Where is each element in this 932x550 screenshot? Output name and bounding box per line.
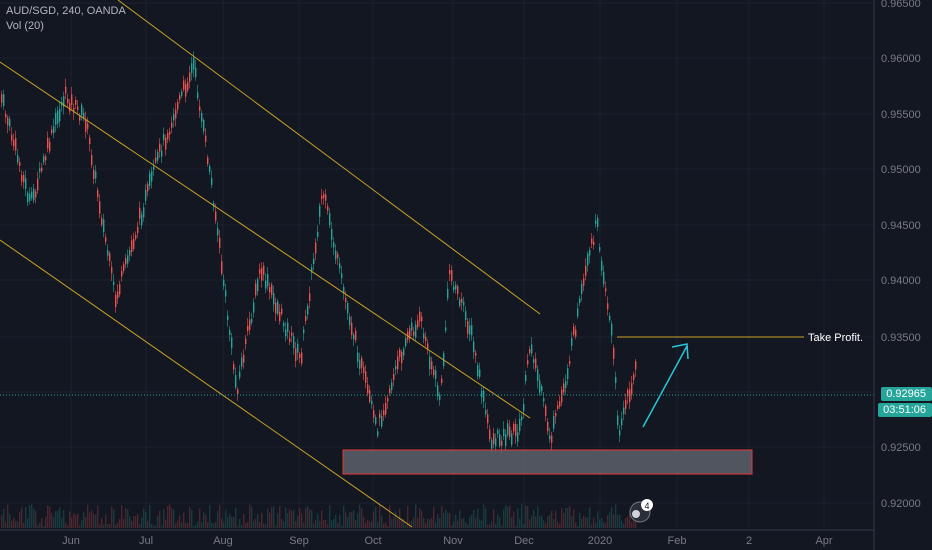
- price-axis-label: 0.94500: [881, 220, 921, 232]
- price-axis-label: 0.93500: [881, 332, 921, 344]
- time-axis-label: Sep: [289, 535, 309, 547]
- time-axis-label: Dec: [514, 535, 534, 547]
- price-axis-label: 0.92000: [881, 498, 921, 510]
- time-axis-label: 2020: [588, 535, 612, 547]
- events-icon: [632, 510, 640, 518]
- chart-legend: AUD/SGD, 240, OANDA Vol (20): [6, 4, 126, 34]
- price-chart[interactable]: Take Profit. 0.96500 0.96000 0.95500 0.9500…: [0, 0, 932, 550]
- support-zone[interactable]: [342, 449, 753, 475]
- candle-countdown-tag: 03:51:06: [878, 403, 932, 417]
- time-axis-label: Apr: [815, 535, 832, 547]
- volume-indicator-label[interactable]: Vol (20): [6, 19, 126, 34]
- price-axis-label: 0.94000: [881, 275, 921, 287]
- events-count: 4: [644, 501, 649, 511]
- time-axis-label: Aug: [213, 535, 233, 547]
- time-axis-label: Jun: [62, 535, 80, 547]
- symbol-title[interactable]: AUD/SGD, 240, OANDA: [6, 4, 126, 19]
- time-axis-label: Oct: [364, 535, 381, 547]
- price-axis-label: 0.95500: [881, 109, 921, 121]
- price-axis[interactable]: 0.96500 0.96000 0.95500 0.95000 0.94500 0.940…: [873, 0, 932, 550]
- time-axis-label: Nov: [443, 535, 463, 547]
- price-axis-label: 0.92500: [881, 442, 921, 454]
- price-axis-label: 0.96500: [881, 0, 921, 10]
- price-axis-label: 0.95000: [881, 164, 921, 176]
- price-axis-label: 0.96000: [881, 53, 921, 65]
- time-axis-label: 2: [746, 535, 752, 547]
- current-price-tag: 0.92965: [881, 387, 932, 401]
- time-axis-label: Jul: [139, 535, 153, 547]
- time-axis-label: Feb: [668, 535, 687, 547]
- take-profit-label: Take Profit.: [808, 332, 863, 344]
